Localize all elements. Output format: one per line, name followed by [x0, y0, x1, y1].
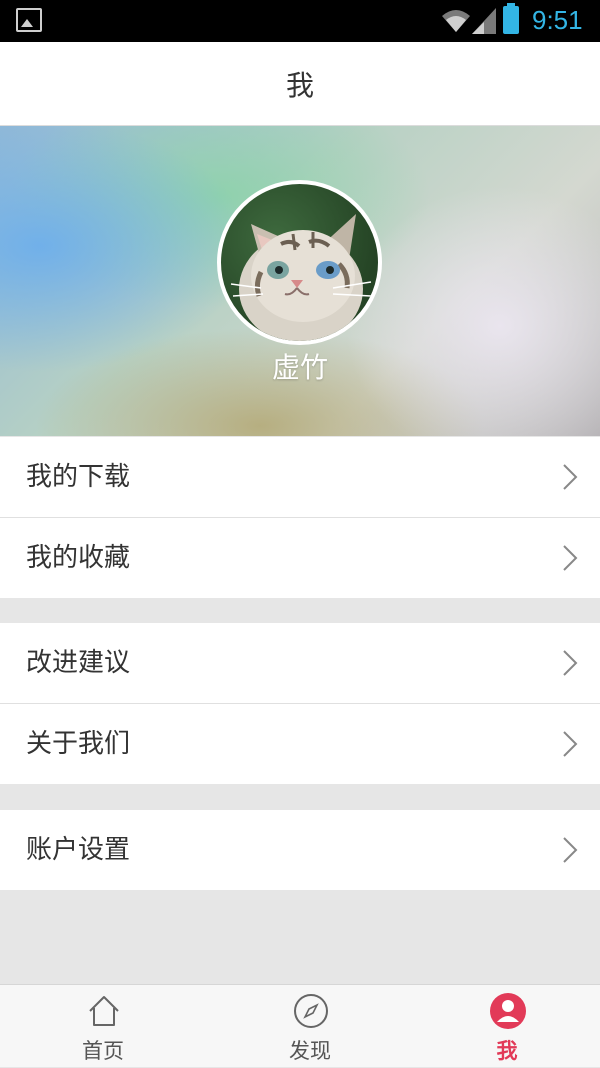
username: 虚竹 [271, 351, 328, 384]
menu-item-feedback[interactable]: 改进建议 [0, 623, 600, 703]
tab-label: 我 [496, 1039, 518, 1063]
menu-item-about[interactable]: 关于我们 [0, 704, 600, 784]
kitten-avatar-image [230, 214, 372, 341]
status-bar: 9:51 [0, 0, 600, 42]
gallery-notification-icon [16, 8, 42, 32]
signal-icon [472, 8, 496, 34]
tab-label: 首页 [82, 1039, 124, 1063]
chevron-right-icon [563, 650, 578, 676]
tab-me[interactable]: 我 [407, 985, 600, 1068]
chevron-right-icon [563, 545, 578, 571]
menu-item-label: 我的下载 [26, 462, 131, 492]
chevron-right-icon [563, 837, 578, 863]
battery-icon [503, 3, 519, 34]
chevron-right-icon [563, 464, 578, 490]
user-icon [490, 993, 526, 1029]
tab-home[interactable]: 首页 [3, 985, 203, 1068]
compass-icon [294, 994, 328, 1028]
menu-item-label: 账户设置 [26, 835, 131, 865]
menu-item-label: 关于我们 [26, 729, 131, 759]
menu-item-downloads[interactable]: 我的下载 [0, 437, 600, 517]
menu-item-label: 改进建议 [26, 648, 131, 678]
bottom-tab-bar: 首页 发现 我 [0, 984, 600, 1067]
home-icon [89, 996, 119, 1026]
menu-item-favorites[interactable]: 我的收藏 [0, 518, 600, 598]
tab-discover[interactable]: 发现 [210, 985, 410, 1068]
status-time: 9:51 [532, 5, 583, 35]
profile-banner: 虚竹 [0, 126, 600, 436]
page-title: 我 [285, 68, 314, 102]
wifi-icon [442, 10, 470, 32]
chevron-right-icon [563, 731, 578, 757]
menu-item-label: 我的收藏 [26, 543, 131, 573]
title-bar: 我 [0, 42, 600, 126]
menu-item-account-settings[interactable]: 账户设置 [0, 810, 600, 890]
tab-label: 发现 [289, 1039, 331, 1063]
avatar[interactable] [217, 180, 382, 345]
